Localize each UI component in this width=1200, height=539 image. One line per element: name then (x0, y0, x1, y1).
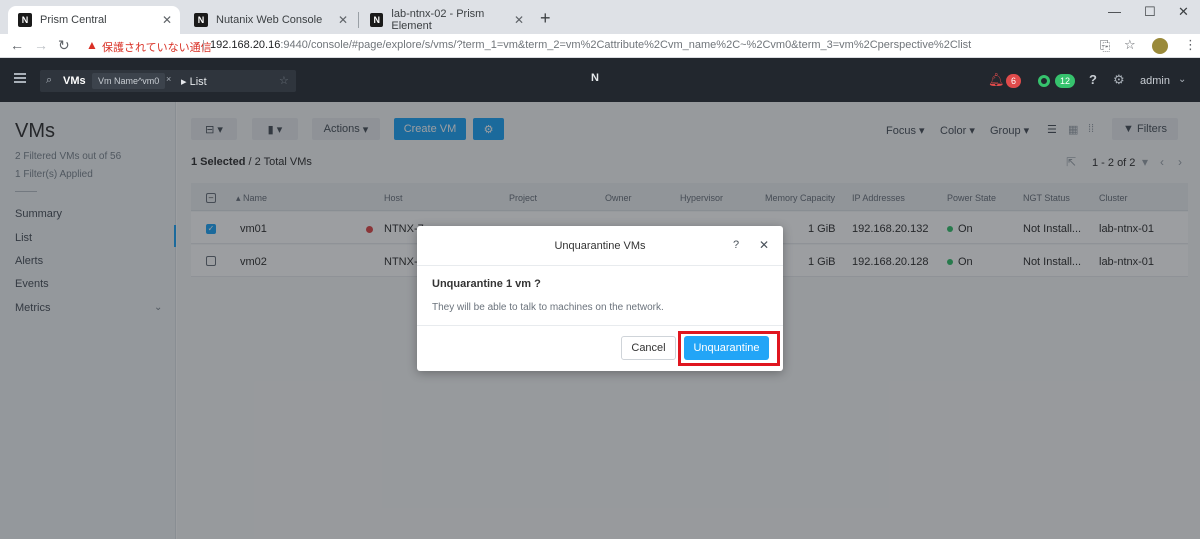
bell-icon[interactable]: 🔔︎ (988, 72, 1005, 88)
close-icon[interactable]: ✕ (338, 13, 348, 27)
filter-chip[interactable]: Vm Name^vm0 (92, 73, 166, 89)
tab-nutanix-web-console[interactable]: N Nutanix Web Console ✕ (184, 6, 356, 34)
url-host: 192.168.20.16 (210, 39, 281, 51)
profile-avatar-icon[interactable] (1152, 38, 1168, 54)
tasks-ring-icon[interactable] (1038, 75, 1050, 87)
warning-icon[interactable]: ▲ (86, 38, 98, 52)
bookmark-star-icon[interactable]: ☆ (1124, 37, 1136, 53)
dialog-divider (417, 325, 783, 326)
nutanix-favicon-icon: N (18, 13, 32, 27)
tab-title: Prism Central (40, 14, 107, 26)
nutanix-logo[interactable]: N (591, 72, 599, 84)
search-entity: VMs (63, 75, 86, 87)
user-menu[interactable]: admin (1140, 75, 1170, 87)
minimize-icon[interactable]: — (1108, 4, 1121, 19)
close-icon[interactable]: ✕ (162, 13, 172, 27)
tab-lab-ntnx-02[interactable]: N lab-ntnx-02 - Prism Element ✕ (360, 6, 532, 34)
help-icon[interactable]: ? (733, 239, 739, 251)
annotation-highlight-box (678, 331, 780, 366)
url-field[interactable]: 192.168.20.16:9440/console/#page/explore… (210, 39, 971, 51)
url-path: :9440/console/#page/explore/s/vms/?term_… (280, 39, 972, 51)
cancel-button[interactable]: Cancel (621, 336, 676, 360)
tab-prism-central[interactable]: N Prism Central ✕ (8, 6, 180, 34)
close-icon[interactable]: ✕ (759, 238, 769, 252)
browser-tab-bar (0, 0, 1200, 34)
close-icon[interactable]: ✕ (514, 13, 524, 27)
insecure-label[interactable]: 保護されていない通信 (102, 39, 212, 55)
address-separator: | (202, 39, 205, 51)
tab-title: Nutanix Web Console (216, 14, 323, 26)
nutanix-favicon-icon: N (194, 13, 208, 27)
maximize-icon[interactable]: ☐ (1144, 4, 1156, 20)
nutanix-favicon-icon: N (370, 13, 384, 27)
hamburger-menu-icon[interactable] (14, 73, 26, 83)
chevron-down-icon[interactable]: ⌄ (1178, 74, 1186, 85)
search-view: ▸ List (181, 75, 207, 88)
gear-icon[interactable]: ⚙ (1113, 72, 1125, 88)
tasks-badge[interactable]: 12 (1055, 74, 1076, 88)
window-close-icon[interactable]: ✕ (1178, 4, 1189, 20)
tab-divider (358, 12, 359, 28)
dialog-question: Unquarantine 1 vm ? (432, 278, 541, 290)
menu-dots-icon[interactable]: ⋮ (1184, 37, 1197, 53)
help-icon[interactable]: ? (1089, 72, 1097, 87)
reload-icon[interactable]: ↻ (58, 37, 70, 54)
alerts-badge[interactable]: 6 (1006, 74, 1022, 88)
search-icon: ⌕ (46, 74, 53, 86)
tab-title: lab-ntnx-02 - Prism Element (391, 8, 485, 32)
search-view-label: List (189, 76, 207, 88)
favorite-star-icon[interactable]: ☆ (279, 74, 289, 87)
new-tab-button[interactable]: + (540, 8, 551, 29)
chevron-right-icon: ▸ (181, 76, 190, 88)
back-icon[interactable]: ← (10, 37, 24, 53)
dialog-title: Unquarantine VMs (554, 240, 646, 252)
forward-icon[interactable]: → (34, 37, 48, 53)
translate-icon[interactable]: ⎘ (1100, 38, 1110, 54)
dialog-message: They will be able to talk to machines on… (432, 302, 664, 313)
chip-close-icon[interactable]: × (166, 74, 171, 84)
